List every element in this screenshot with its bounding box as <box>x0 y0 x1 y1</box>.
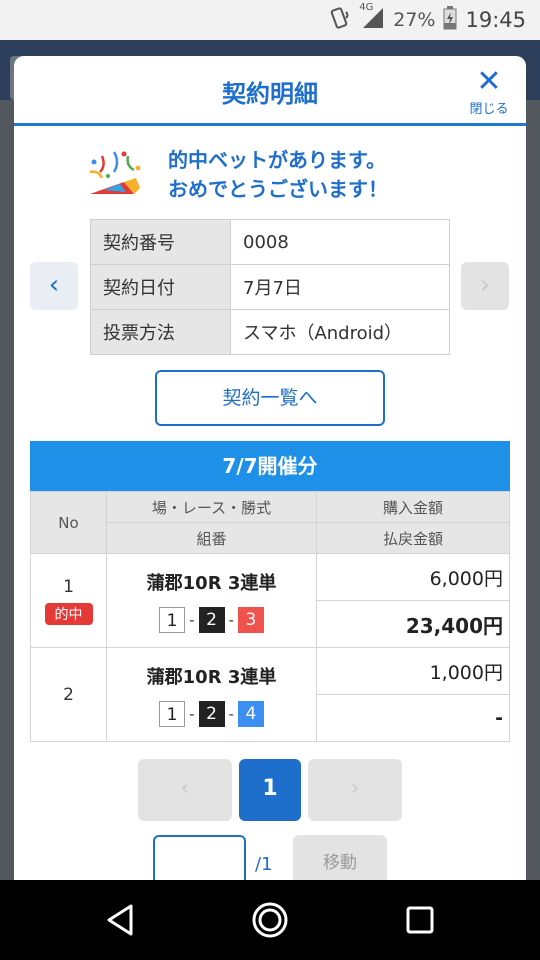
battery-percent: 27% <box>393 9 436 31</box>
home-circle-icon[interactable] <box>250 900 290 940</box>
modal-title: 契約明細 <box>222 80 318 108</box>
combo-third: 3 <box>237 606 264 633</box>
info-key: 投票方法 <box>90 309 231 355</box>
signal-4g-icon: 4G <box>359 2 385 35</box>
combo-second: 2 <box>198 606 225 633</box>
bets-table: No 場・レース・勝式 購入金額 組番 払戻金額 1 的中 蒲郡10R 3連単 … <box>30 491 510 742</box>
page-current-button[interactable]: 1 <box>239 759 301 821</box>
contract-info-table: 契約番号 0008 契約日付 7月7日 投票方法 スマホ（Android） <box>90 219 450 355</box>
page-total: /1 <box>255 854 273 875</box>
page-prev-button[interactable]: ‹ <box>138 759 232 821</box>
table-row: 2 蒲郡10R 3連単 1 - 2 - 4 1,000円 <box>30 647 510 742</box>
recents-square-icon[interactable] <box>400 900 440 940</box>
purchase-amount: 6,000円 <box>316 553 510 601</box>
chevron-left-icon: ‹ <box>48 270 60 300</box>
close-icon: ✕ <box>476 64 502 99</box>
purchase-amount: 1,000円 <box>316 647 510 695</box>
goto-page-button[interactable]: 移動 <box>293 835 387 880</box>
contract-detail-modal: 契約明細 ✕ 閉じる 的中ベットがあります。 おめでとうございます！ ‹ 契約番… <box>14 56 526 880</box>
header-purchase: 購入金額 <box>316 491 510 523</box>
info-value: スマホ（Android） <box>230 309 450 355</box>
header-combo: 組番 <box>106 522 317 554</box>
race-name: 蒲郡10R 3連単 <box>146 666 277 688</box>
info-row: 契約番号 0008 <box>90 219 450 265</box>
info-row: 投票方法 スマホ（Android） <box>90 309 450 355</box>
modal-header: 契約明細 ✕ 閉じる <box>14 56 526 126</box>
info-value: 0008 <box>230 219 450 265</box>
clock: 19:45 <box>465 8 526 32</box>
combo: 1 - 2 - 3 <box>107 606 316 633</box>
combo-first: 1 <box>159 606 186 633</box>
bet-no-cell: 1 的中 <box>30 553 107 648</box>
header-payout: 払戻金額 <box>316 522 510 554</box>
status-bar: 4G 27% 19:45 <box>0 0 540 40</box>
info-key: 契約日付 <box>90 264 231 310</box>
info-value: 7月7日 <box>230 264 450 310</box>
chevron-right-icon: › <box>479 270 491 300</box>
info-key: 契約番号 <box>90 219 231 265</box>
close-button[interactable]: ✕ 閉じる <box>464 66 514 118</box>
page-number-input[interactable] <box>153 835 246 880</box>
date-header: 7/7開催分 <box>30 441 510 491</box>
combo-second: 2 <box>198 700 225 727</box>
payout-amount: - <box>316 694 510 742</box>
close-label: 閉じる <box>469 102 509 117</box>
bet-no-cell: 2 <box>30 647 107 742</box>
combo: 1 - 2 - 4 <box>107 700 316 727</box>
combo-third: 4 <box>237 700 264 727</box>
battery-charging-icon <box>443 5 457 35</box>
header-race: 場・レース・勝式 <box>106 491 317 523</box>
hit-message-line2: おめでとうございます！ <box>168 177 388 201</box>
payout-amount: 23,400円 <box>316 600 510 648</box>
hit-badge: 的中 <box>44 602 93 625</box>
hit-message: 的中ベットがあります。 おめでとうございます！ <box>84 146 484 204</box>
page-next-button[interactable]: › <box>308 759 402 821</box>
phone-vibrate-icon <box>327 5 353 36</box>
contract-list-button[interactable]: 契約一覧へ <box>155 370 385 426</box>
combo-first: 1 <box>159 700 186 727</box>
bet-race-cell: 蒲郡10R 3連単 1 - 2 - 4 <box>106 647 317 742</box>
party-popper-icon <box>89 151 141 194</box>
prev-contract-button[interactable]: ‹ <box>30 262 78 310</box>
info-row: 契約日付 7月7日 <box>90 264 450 310</box>
table-row: 1 的中 蒲郡10R 3連単 1 - 2 - 3 6,000円 <box>30 553 510 648</box>
next-contract-button[interactable]: › <box>461 262 509 310</box>
back-triangle-icon[interactable] <box>101 900 141 940</box>
system-nav-bar <box>0 880 540 960</box>
race-name: 蒲郡10R 3連単 <box>146 572 277 594</box>
bet-race-cell: 蒲郡10R 3連単 1 - 2 - 3 <box>106 553 317 648</box>
header-no: No <box>30 491 107 554</box>
hit-message-line1: 的中ベットがあります。 <box>168 148 386 172</box>
bet-no: 1 <box>63 576 74 597</box>
bet-no: 2 <box>63 684 74 705</box>
